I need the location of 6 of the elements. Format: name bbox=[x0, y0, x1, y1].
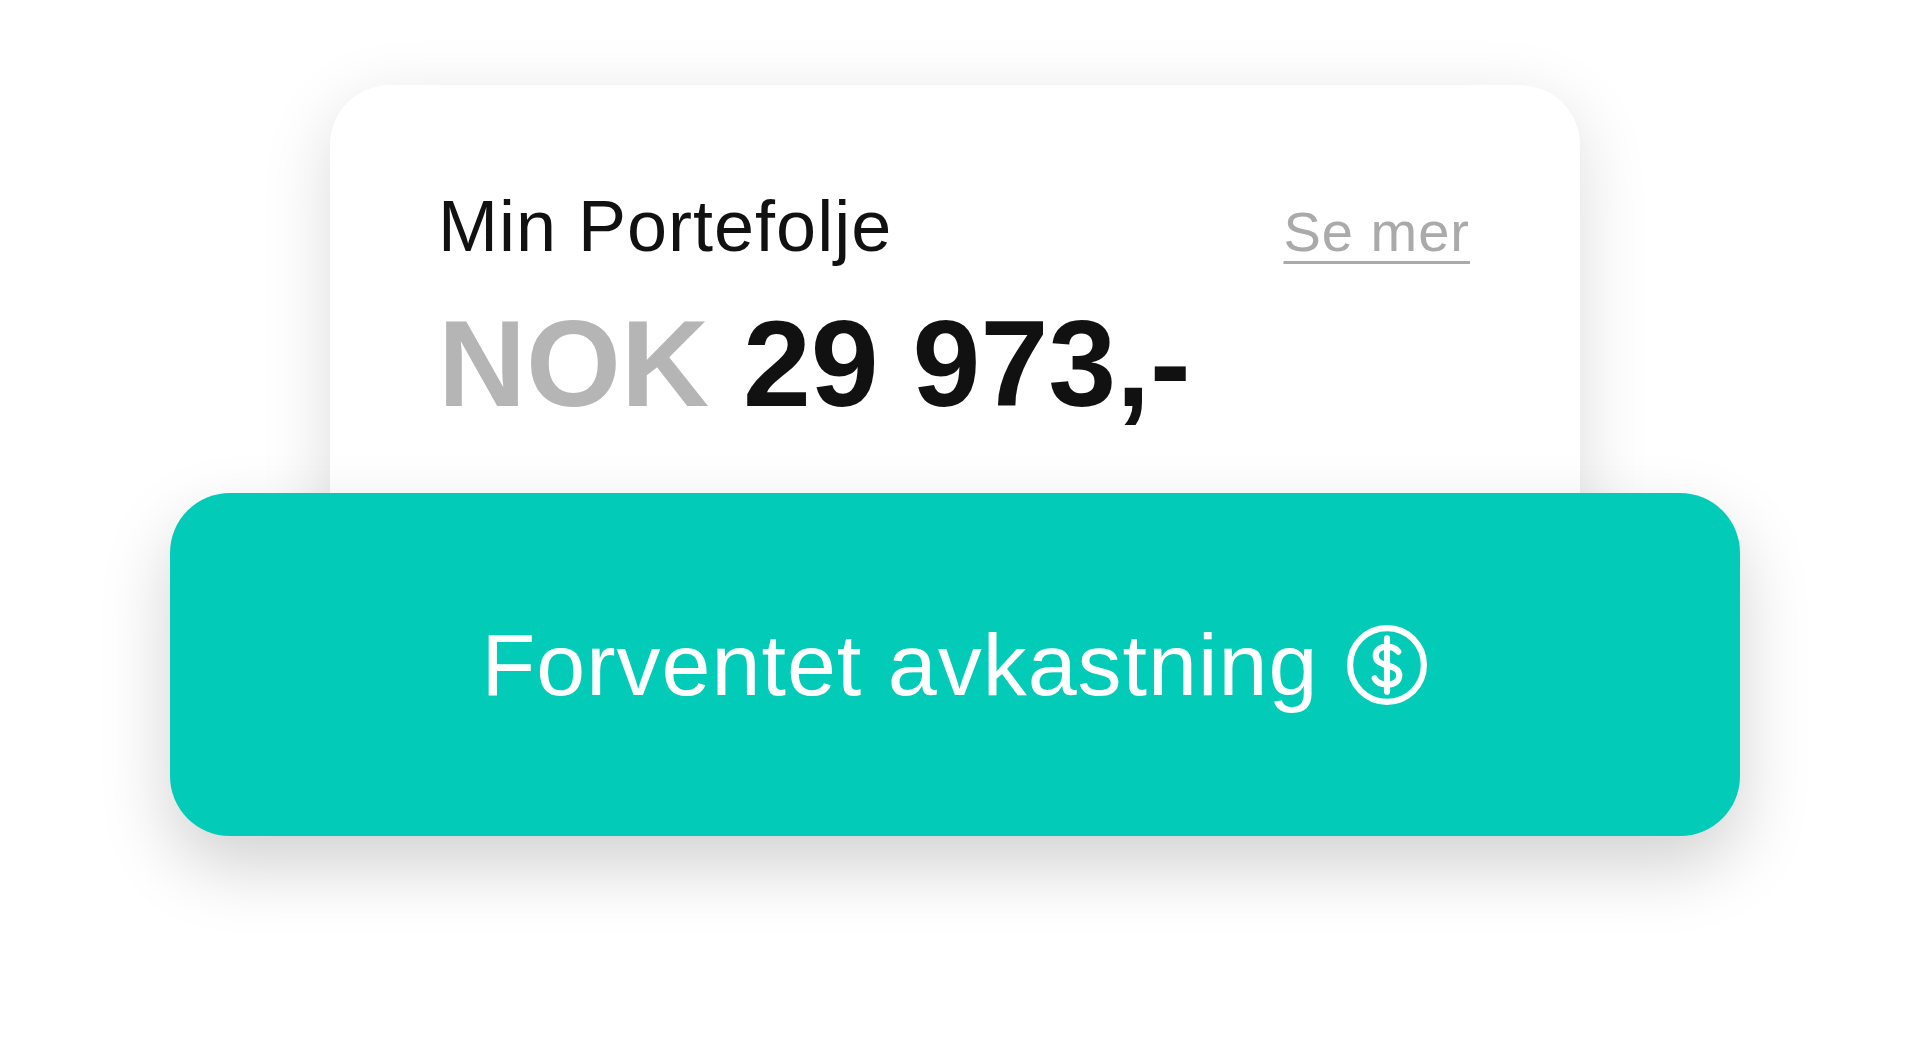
dollar-icon bbox=[1346, 623, 1429, 706]
currency-label: NOK bbox=[438, 296, 710, 432]
expected-return-button[interactable]: Forventet avkastning bbox=[170, 493, 1740, 836]
portfolio-title: Min Portefolje bbox=[438, 185, 893, 267]
portfolio-amount: 29 973,- bbox=[743, 296, 1191, 432]
see-more-link[interactable]: Se mer bbox=[1283, 199, 1470, 264]
